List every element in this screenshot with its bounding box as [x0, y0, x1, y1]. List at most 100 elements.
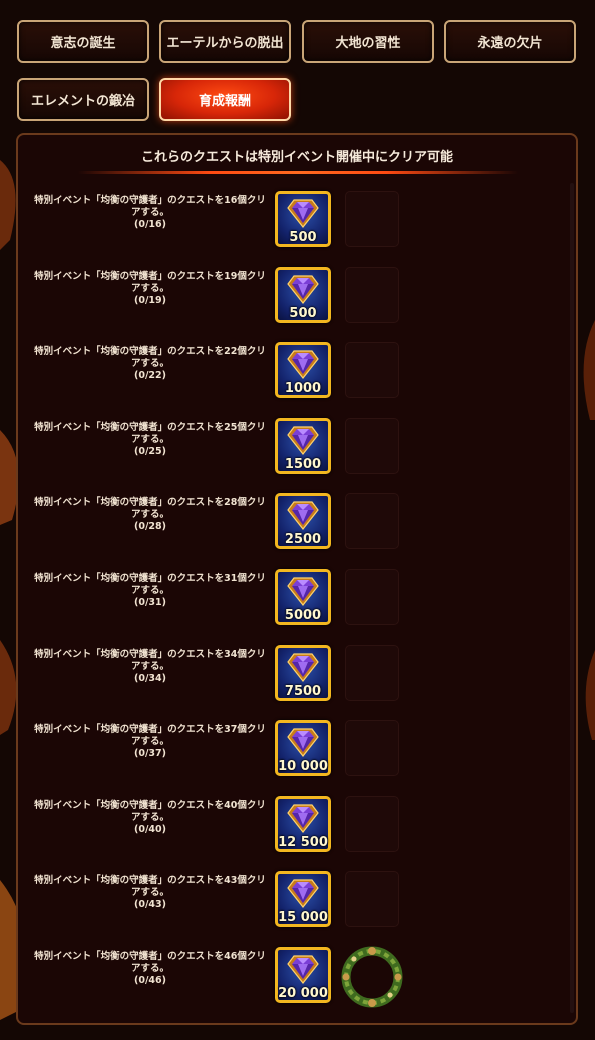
quest-description: 特別イベント「均衡の守護者」のクエストを31個クリアする。 (0/31): [30, 573, 270, 609]
empty-reward-slot: [345, 568, 399, 625]
gem-chest-icon: [285, 574, 321, 608]
quest-progress: (0/46): [134, 974, 166, 986]
reward-amount: 1500: [284, 456, 322, 472]
quest-row: 特別イベント「均衡の守護者」のクエストを28個クリアする。 (0/28) 2500: [18, 485, 568, 561]
quest-description: 特別イベント「均衡の守護者」のクエストを43個クリアする。 (0/43): [30, 875, 270, 911]
gem-chest-icon: [285, 725, 321, 759]
scrollbar[interactable]: [570, 183, 574, 1013]
quest-panel: これらのクエストは特別イベント開催中にクリア可能 特別イベント「均衡の守護者」の…: [16, 133, 578, 1025]
quest-progress: (0/31): [134, 596, 166, 608]
empty-reward-slot: [345, 417, 399, 474]
gem-chest-icon: [285, 272, 321, 306]
empty-reward-slot: [345, 493, 399, 550]
quest-label: 特別イベント「均衡の守護者」のクエストを40個クリアする。: [34, 799, 266, 823]
quest-row: 特別イベント「均衡の守護者」のクエストを46個クリアする。 (0/46) 20 00…: [18, 939, 568, 1015]
header-divider: [78, 171, 518, 174]
quest-description: 特別イベント「均衡の守護者」のクエストを37個クリアする。 (0/37): [30, 724, 270, 760]
quest-description: 特別イベント「均衡の守護者」のクエストを25個クリアする。 (0/25): [30, 422, 270, 458]
quest-description: 特別イベント「均衡の守護者」のクエストを28個クリアする。 (0/28): [30, 497, 270, 533]
reward-slot[interactable]: 7500: [275, 644, 331, 701]
reward-amount: 10 000: [278, 759, 328, 775]
quest-label: 特別イベント「均衡の守護者」のクエストを25個クリアする。: [34, 421, 266, 445]
quest-progress: (0/25): [134, 445, 166, 457]
quest-label: 特別イベント「均衡の守護者」のクエストを34個クリアする。: [34, 648, 266, 672]
tab-escape-from-ether[interactable]: エーテルからの脱出: [159, 20, 291, 63]
quest-label: 特別イベント「均衡の守護者」のクエストを28個クリアする。: [34, 497, 266, 521]
gem-chest-icon: [285, 801, 321, 835]
quest-progress: (0/28): [134, 521, 166, 533]
reward-slot[interactable]: 10 000: [275, 720, 331, 777]
quest-row: 特別イベント「均衡の守護者」のクエストを22個クリアする。 (0/22) 1000: [18, 334, 568, 410]
reward-amount: 7500: [284, 683, 322, 699]
reward-slot[interactable]: 5000: [275, 568, 331, 625]
reward-amount: 15 000: [278, 910, 328, 926]
reward-amount: 20 000: [278, 985, 328, 1001]
empty-reward-slot: [345, 266, 399, 323]
reward-slot[interactable]: 500: [275, 191, 331, 247]
reward-slot[interactable]: 1000: [275, 342, 331, 399]
reward-amount: 2500: [284, 532, 322, 548]
gem-chest-icon: [285, 498, 321, 532]
quest-row: 特別イベント「均衡の守護者」のクエストを34個クリアする。 (0/34) 7500: [18, 637, 568, 713]
gem-chest-icon: [285, 423, 321, 457]
quest-description: 特別イベント「均衡の守護者」のクエストを34個クリアする。 (0/34): [30, 649, 270, 685]
gem-chest-icon: [285, 952, 321, 986]
gem-chest-icon: [285, 650, 321, 684]
empty-reward-slot: [345, 191, 399, 247]
quest-row: 特別イベント「均衡の守護者」のクエストを16個クリアする。 (0/16) 500: [18, 183, 568, 259]
reward-amount: 1000: [284, 381, 322, 397]
empty-reward-slot: [345, 795, 399, 852]
reward-slot[interactable]: 500: [275, 266, 331, 323]
quest-progress: (0/43): [134, 899, 166, 911]
reward-amount: 12 500: [278, 834, 328, 850]
tab-element-forge[interactable]: エレメントの鍛冶: [17, 78, 149, 121]
gem-chest-icon: [285, 347, 321, 381]
quest-row: 特別イベント「均衡の守護者」のクエストを19個クリアする。 (0/19) 500: [18, 259, 568, 335]
empty-reward-slot: [345, 644, 399, 701]
quest-row: 特別イベント「均衡の守護者」のクエストを31個クリアする。 (0/31) 5000: [18, 561, 568, 637]
reward-amount: 500: [289, 305, 317, 321]
quest-label: 特別イベント「均衡の守護者」のクエストを19個クリアする。: [34, 270, 266, 294]
quest-row: 特別イベント「均衡の守護者」のクエストを25個クリアする。 (0/25) 1500: [18, 410, 568, 486]
quest-description: 特別イベント「均衡の守護者」のクエストを46個クリアする。 (0/46): [30, 951, 270, 987]
reward-amount: 5000: [284, 607, 322, 623]
gem-chest-icon: [285, 196, 321, 230]
category-tabs: 意志の誕生 エーテルからの脱出 大地の習性 永遠の欠片 エレメントの鍛冶 育成報…: [0, 0, 595, 130]
quest-list: 特別イベント「均衡の守護者」のクエストを16個クリアする。 (0/16) 500 特別…: [18, 183, 568, 1015]
reward-slot[interactable]: 1500: [275, 417, 331, 474]
quest-label: 特別イベント「均衡の守護者」のクエストを43個クリアする。: [34, 875, 266, 899]
quest-label: 特別イベント「均衡の守護者」のクエストを22個クリアする。: [34, 346, 266, 370]
tab-eternal-fragment[interactable]: 永遠の欠片: [444, 20, 576, 63]
quest-description: 特別イベント「均衡の守護者」のクエストを40個クリアする。 (0/40): [30, 800, 270, 836]
reward-slot[interactable]: 20 000: [275, 946, 331, 1003]
quest-row: 特別イベント「均衡の守護者」のクエストを43個クリアする。 (0/43) 15 00…: [18, 863, 568, 939]
quest-row: 特別イベント「均衡の守護者」のクエストを40個クリアする。 (0/40) 12 50…: [18, 788, 568, 864]
quest-label: 特別イベント「均衡の守護者」のクエストを46個クリアする。: [34, 950, 266, 974]
quest-row: 特別イベント「均衡の守護者」のクエストを37個クリアする。 (0/37) 10 00…: [18, 712, 568, 788]
reward-slot[interactable]: 15 000: [275, 871, 331, 928]
empty-reward-slot: [345, 871, 399, 928]
quest-progress: (0/16): [134, 219, 166, 230]
quest-progress: (0/34): [134, 672, 166, 684]
panel-header: これらのクエストは特別イベント開催中にクリア可能: [140, 149, 453, 165]
gem-chest-icon: [285, 876, 321, 910]
quest-description: 特別イベント「均衡の守護者」のクエストを16個クリアする。 (0/16): [30, 195, 270, 231]
quest-label: 特別イベント「均衡の守護者」のクエストを37個クリアする。: [34, 724, 266, 748]
reward-amount: 500: [289, 230, 317, 245]
quest-description: 特別イベント「均衡の守護者」のクエストを22個クリアする。 (0/22): [30, 346, 270, 382]
empty-reward-slot: [345, 720, 399, 777]
wreath-frame-icon[interactable]: [336, 941, 408, 1013]
tab-earth-habits[interactable]: 大地の習性: [302, 20, 434, 63]
tab-birth-of-will[interactable]: 意志の誕生: [17, 20, 149, 63]
quest-progress: (0/22): [134, 370, 166, 382]
reward-slot[interactable]: 2500: [275, 493, 331, 550]
quest-label: 特別イベント「均衡の守護者」のクエストを31個クリアする。: [34, 572, 266, 596]
quest-progress: (0/19): [134, 294, 166, 306]
reward-slot[interactable]: 12 500: [275, 795, 331, 852]
quest-description: 特別イベント「均衡の守護者」のクエストを19個クリアする。 (0/19): [30, 271, 270, 307]
quest-progress: (0/40): [134, 823, 166, 835]
quest-label: 特別イベント「均衡の守護者」のクエストを16個クリアする。: [34, 195, 266, 218]
tab-growth-rewards[interactable]: 育成報酬: [159, 78, 291, 121]
empty-reward-slot: [345, 342, 399, 399]
quest-progress: (0/37): [134, 748, 166, 760]
